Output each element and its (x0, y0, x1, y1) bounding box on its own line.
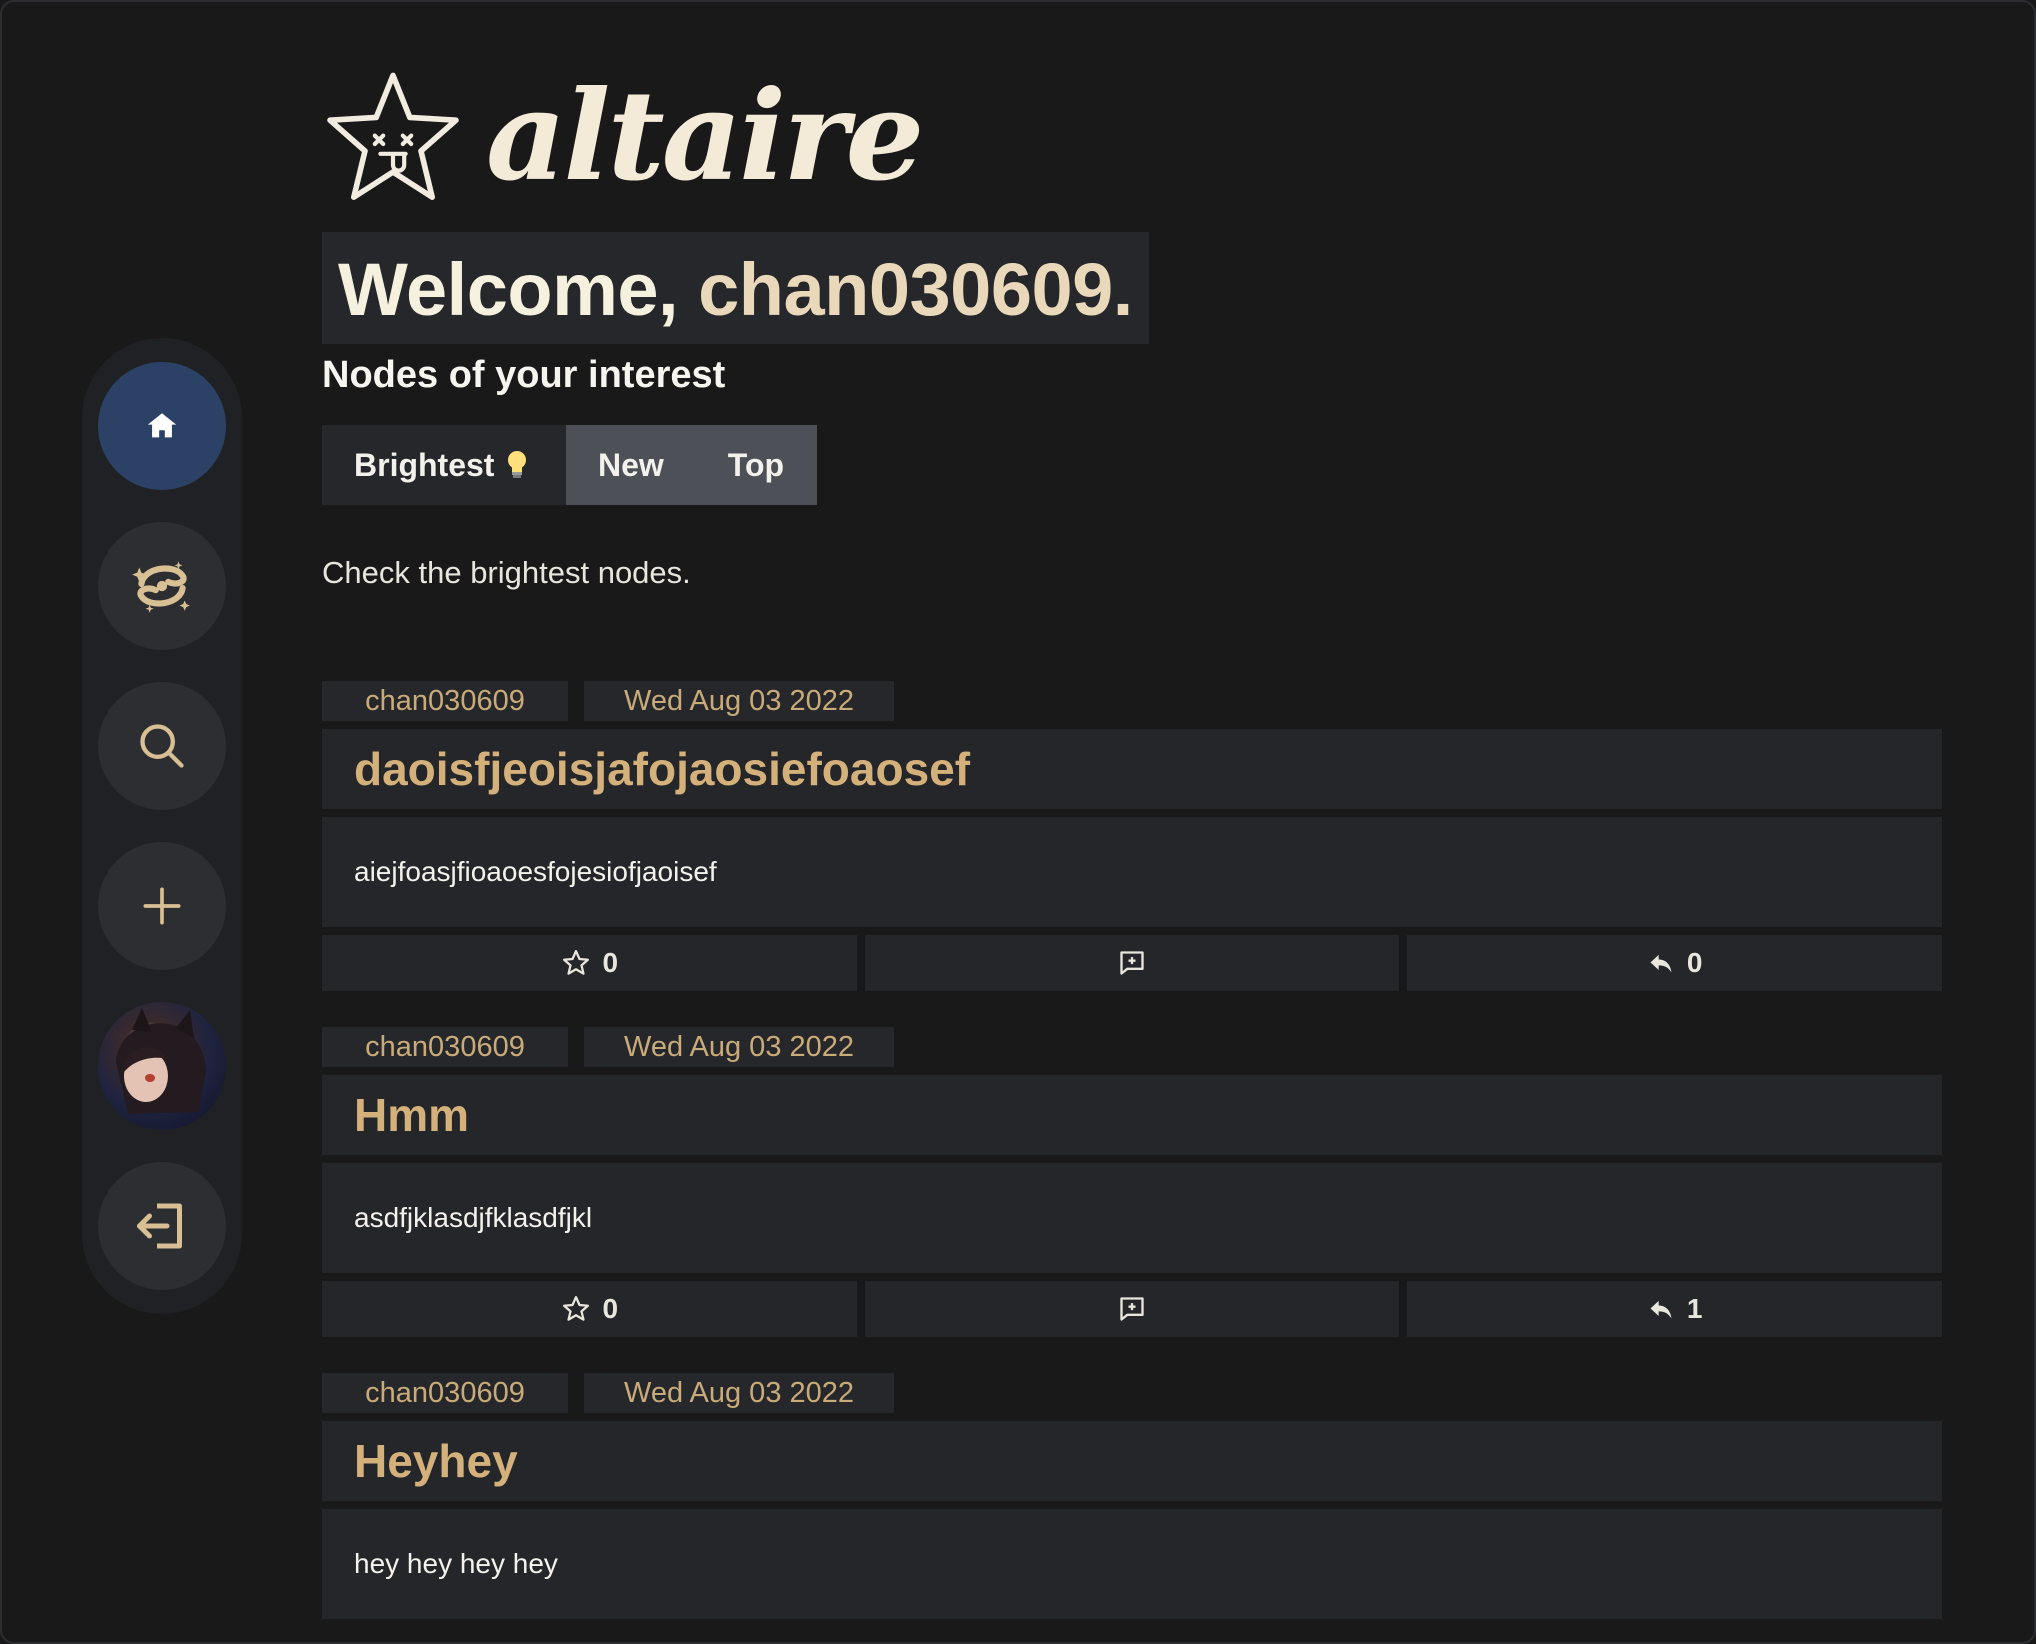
post-actions: 0 0 (322, 935, 1943, 991)
post-title[interactable]: Heyhey (322, 1421, 1942, 1501)
tab-description: Check the brightest nodes. (322, 555, 691, 590)
brand-header: altaire (322, 62, 1942, 212)
post-body: asdfjklasdjfklasdfjkl (322, 1163, 1942, 1273)
nav-home-button[interactable] (98, 362, 226, 490)
tab-top[interactable]: Top (695, 425, 818, 505)
welcome-banner: Welcome, chan030609. (322, 232, 1149, 344)
nav-galaxy-button[interactable] (98, 522, 226, 650)
reply-icon (1650, 1300, 1672, 1319)
star-count: 0 (602, 1293, 619, 1324)
post-title[interactable]: daoisfjeoisjafojaosiefoaosef (322, 729, 1942, 809)
section-title: Nodes of your interest (322, 354, 726, 396)
avatar-image (116, 1008, 206, 1114)
post-actions: 0 1 (322, 1281, 1943, 1337)
reply-count: 1 (1686, 1293, 1703, 1324)
star-outline-icon (562, 950, 589, 975)
app-window: altaire Welcome, chan030609. Nodes of yo… (0, 0, 2036, 1644)
main-content: altaire Welcome, chan030609. Nodes of yo… (322, 62, 1943, 1642)
post-body: aiejfoasjfioaoesfojesiofjaoisef (322, 817, 1942, 927)
home-icon (147, 413, 177, 438)
star-button[interactable]: 0 (322, 935, 857, 991)
star-button[interactable]: 0 (322, 1281, 857, 1337)
post-meta: chan030609 Wed Aug 03 2022 (322, 1373, 1942, 1413)
plus-icon (143, 887, 181, 925)
star-outline-icon (562, 1296, 589, 1321)
comment-button[interactable] (864, 1281, 1400, 1337)
post-date: Wed Aug 03 2022 (584, 1373, 894, 1413)
nav-create-button[interactable] (98, 842, 226, 970)
search-icon (140, 724, 184, 768)
post-card: chan030609 Wed Aug 03 2022 Hmm asdfjklas… (322, 1027, 1943, 1337)
post-author[interactable]: chan030609 (322, 1027, 568, 1067)
nav-search-button[interactable] (98, 682, 226, 810)
post-list: chan030609 Wed Aug 03 2022 daoisfjeoisja… (322, 681, 1943, 1619)
comment-add-icon (1120, 1297, 1144, 1321)
reply-button[interactable]: 0 (1407, 935, 1943, 991)
reply-icon (1650, 954, 1672, 973)
comment-button[interactable] (864, 935, 1400, 991)
galaxy-icon (132, 561, 190, 613)
lightbulb-icon (508, 451, 527, 478)
welcome-heading: Welcome, chan030609. (338, 248, 1133, 332)
sort-tabs: Brightest New Top (322, 425, 1942, 505)
nav-logout-button[interactable] (98, 1162, 226, 1290)
tab-brightest-label: Brightest (354, 446, 495, 483)
tab-brightest[interactable]: Brightest (322, 425, 566, 505)
star-count: 0 (602, 947, 619, 978)
post-author[interactable]: chan030609 (322, 681, 568, 721)
post-meta: chan030609 Wed Aug 03 2022 (322, 681, 1942, 721)
post-title[interactable]: Hmm (322, 1075, 1942, 1155)
welcome-username: chan030609. (698, 248, 1133, 331)
post-body: hey hey hey hey (322, 1509, 1942, 1619)
welcome-prefix: Welcome, (338, 248, 699, 331)
post-author[interactable]: chan030609 (322, 1373, 568, 1413)
post-meta: chan030609 Wed Aug 03 2022 (322, 1027, 1942, 1067)
post-card: chan030609 Wed Aug 03 2022 Heyhey hey he… (322, 1373, 1942, 1619)
post-date: Wed Aug 03 2022 (584, 681, 894, 721)
reply-count: 0 (1686, 947, 1703, 978)
brand-wordmark: altaire (486, 64, 924, 209)
reply-button[interactable]: 1 (1407, 1281, 1943, 1337)
star-face-logo-icon (327, 72, 459, 200)
comment-add-icon (1120, 951, 1144, 975)
post-date: Wed Aug 03 2022 (584, 1027, 894, 1067)
tab-new[interactable]: New (566, 425, 696, 505)
avatar[interactable] (98, 1002, 226, 1130)
post-card: chan030609 Wed Aug 03 2022 daoisfjeoisja… (322, 681, 1943, 991)
sidebar-nav (82, 338, 242, 1314)
logout-icon (137, 1203, 182, 1249)
